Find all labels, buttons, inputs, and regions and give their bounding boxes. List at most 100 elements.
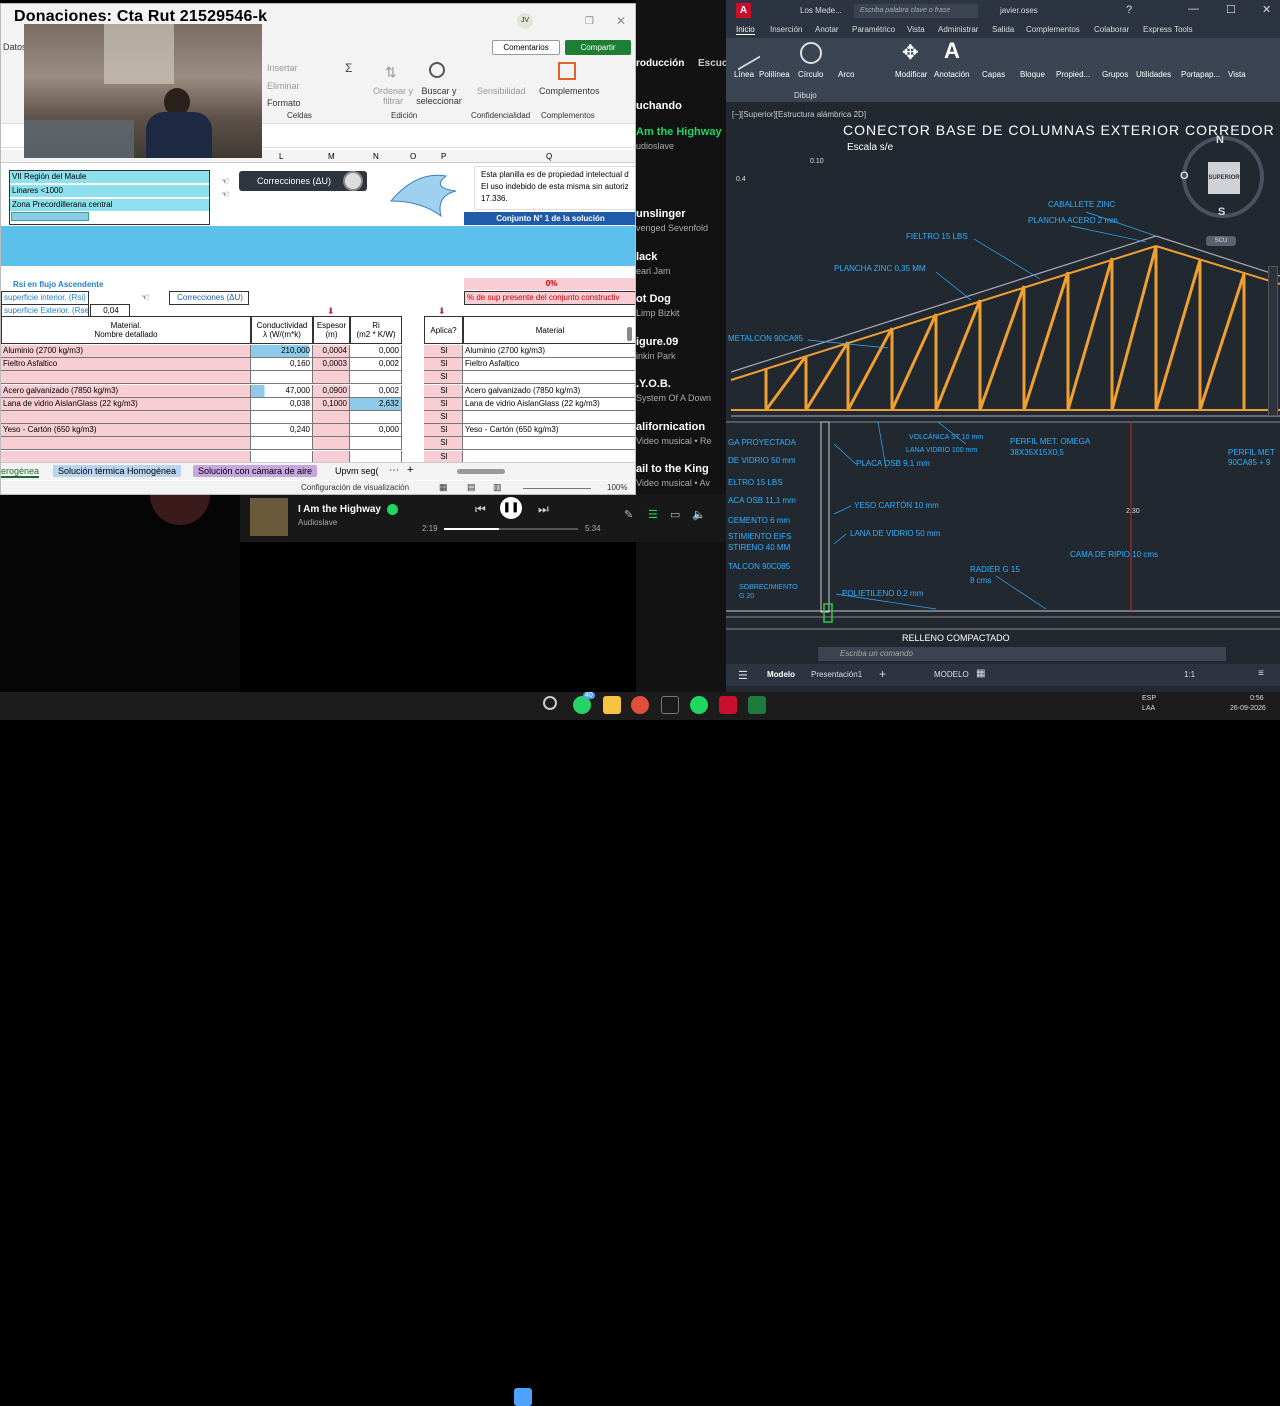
- app-icon[interactable]: [661, 696, 679, 714]
- tab[interactable]: Complementos: [1026, 25, 1080, 34]
- table-cell-ap[interactable]: SI: [424, 437, 463, 451]
- spotify-item[interactable]: alifornication Video musical • Re: [636, 421, 726, 446]
- table-cell-mat_r[interactable]: [463, 437, 635, 451]
- modelo-button[interactable]: MODELO: [934, 670, 969, 679]
- spotify-item[interactable]: .Y.O.B. System Of A Down: [636, 378, 726, 403]
- complementos-icon[interactable]: [558, 62, 576, 80]
- compartir-button[interactable]: Compartir: [565, 40, 631, 55]
- sheet-tab[interactable]: Solución con cámara de aire: [193, 465, 318, 477]
- lang-layout[interactable]: LAA: [1142, 705, 1155, 712]
- table-cell-cond[interactable]: 0,240: [251, 424, 313, 438]
- tab[interactable]: Express Tools: [1143, 25, 1193, 34]
- sort-filter-icon[interactable]: ⇅: [385, 64, 397, 81]
- table-cell-esp[interactable]: [313, 371, 350, 385]
- tool-portapapeles[interactable]: Portapap...: [1181, 70, 1220, 79]
- comentarios-button[interactable]: Comentarios: [492, 40, 560, 55]
- col-header[interactable]: N: [373, 152, 379, 161]
- table-cell-ri[interactable]: 2,632: [350, 397, 402, 411]
- scu-button[interactable]: SCU: [1206, 236, 1236, 246]
- autocad-icon[interactable]: [719, 696, 737, 714]
- table-cell-mat[interactable]: Lana de vidrio AislanGlass (22 kg/m3): [1, 397, 251, 411]
- pointer-icon[interactable]: ☜: [221, 189, 229, 200]
- grid-icon[interactable]: ▦: [976, 668, 985, 679]
- clock-time[interactable]: 0:56: [1250, 695, 1264, 702]
- info-row[interactable]: Zona Precordillerana central: [10, 199, 209, 211]
- user-name[interactable]: javier.oses: [1000, 6, 1038, 15]
- lyrics-icon[interactable]: ✎: [624, 508, 633, 521]
- insertar-button[interactable]: Insertar: [267, 63, 298, 73]
- formato-button[interactable]: Formato: [267, 98, 301, 108]
- zoom-slider[interactable]: [523, 488, 591, 489]
- tab[interactable]: Anotar: [815, 25, 839, 34]
- table-cell-cond[interactable]: 210,000: [251, 345, 313, 358]
- table-cell-mat_r[interactable]: Fieltro Asfaltico: [463, 358, 635, 372]
- tool-arco[interactable]: Arco: [838, 70, 854, 79]
- table-cell-cond[interactable]: [251, 371, 313, 385]
- table-cell-mat[interactable]: Yeso - Cartón (650 kg/m3): [1, 424, 251, 438]
- dibujo-group[interactable]: Dibujo: [794, 91, 817, 100]
- normal-view-icon[interactable]: ▦: [439, 482, 448, 493]
- table-cell-ri[interactable]: 0,002: [350, 358, 402, 372]
- chrome-icon[interactable]: [631, 696, 649, 714]
- tool-bloque[interactable]: Bloque: [1020, 70, 1045, 79]
- customize-icon[interactable]: ≡: [1258, 668, 1264, 679]
- table-cell-mat[interactable]: [1, 411, 251, 424]
- spotify-item[interactable]: igure.09 inkin Park: [636, 336, 726, 361]
- tool-capas[interactable]: Capas: [982, 70, 1005, 79]
- table-cell-esp[interactable]: [313, 411, 350, 424]
- saved-icon[interactable]: [387, 504, 398, 515]
- col-header[interactable]: O: [410, 152, 416, 161]
- lang[interactable]: ESP: [1142, 695, 1156, 702]
- tab[interactable]: Inserción: [770, 25, 802, 34]
- tool-polilinea[interactable]: Polilínea: [759, 70, 790, 79]
- spotify-item[interactable]: ot Dog Limp Bizkit: [636, 293, 726, 318]
- drawing-canvas[interactable]: [−][Superior][Estructura alámbrica 2D] C…: [726, 104, 1280, 644]
- previous-icon[interactable]: ⏮: [475, 502, 486, 517]
- table-cell-ap[interactable]: SI: [424, 371, 463, 385]
- scale-label[interactable]: 1:1: [1184, 670, 1195, 679]
- tab-presentacion[interactable]: Presentación1: [811, 670, 862, 679]
- now-playing-title[interactable]: I Am the Highway: [298, 504, 381, 515]
- pause-button[interactable]: ❚❚: [500, 497, 522, 519]
- table-cell-ap[interactable]: SI: [424, 424, 463, 438]
- table-cell-cond[interactable]: [251, 411, 313, 424]
- now-playing-artist[interactable]: Audioslave: [298, 518, 337, 527]
- table-cell-ap[interactable]: SI: [424, 345, 463, 358]
- tab-modelo[interactable]: Modelo: [767, 670, 795, 679]
- tool-grupos[interactable]: Grupos: [1102, 70, 1128, 79]
- spotify-item[interactable]: uchando: [636, 100, 726, 112]
- pointer-icon[interactable]: ☜: [221, 176, 229, 187]
- table-cell-ap[interactable]: SI: [424, 397, 463, 411]
- sensibilidad-button[interactable]: Sensibilidad: [477, 86, 526, 96]
- tab[interactable]: Administrar: [938, 25, 978, 34]
- table-cell-cond[interactable]: 47,000: [251, 384, 313, 398]
- spotify-item[interactable]: lack earl Jam: [636, 251, 726, 276]
- table-cell-mat[interactable]: [1, 437, 251, 451]
- queue-icon[interactable]: ☰: [648, 508, 658, 521]
- tab-datos[interactable]: Datos: [3, 42, 27, 52]
- table-cell-ri[interactable]: 0,000: [350, 424, 402, 438]
- spotify-item[interactable]: Am the Highway udioslave: [636, 126, 726, 151]
- command-input[interactable]: Escriba un comando: [818, 647, 1226, 661]
- close-icon[interactable]: ✕: [616, 14, 626, 28]
- correcciones-mid[interactable]: Correcciones (ΔU): [169, 291, 249, 305]
- more-sheets-icon[interactable]: ⋯: [389, 465, 399, 476]
- eliminar-button[interactable]: Eliminar: [267, 81, 300, 91]
- viewcube[interactable]: SUPERIOR N S O: [1180, 134, 1264, 218]
- table-cell-esp[interactable]: 0,0003: [313, 358, 350, 372]
- complementos-button[interactable]: Complementos: [539, 86, 600, 96]
- autosum-icon[interactable]: Σ: [345, 61, 352, 75]
- next-icon[interactable]: ⏭: [538, 502, 549, 517]
- devices-icon[interactable]: ▭: [670, 508, 680, 521]
- tool-propiedades[interactable]: Propied...: [1056, 70, 1090, 79]
- tool-modificar[interactable]: Modificar: [895, 70, 927, 79]
- tool-linea[interactable]: Línea: [734, 70, 754, 79]
- spotify-item[interactable]: unslinger venged Sevenfold: [636, 208, 726, 233]
- table-cell-ri[interactable]: 0,000: [350, 345, 402, 358]
- col-header[interactable]: L: [279, 152, 283, 161]
- table-cell-mat_r[interactable]: Acero galvanizado (7850 kg/m3): [463, 385, 635, 398]
- table-cell-mat_r[interactable]: Aluminio (2700 kg/m3): [463, 345, 635, 358]
- tool-vista[interactable]: Vista: [1228, 70, 1246, 79]
- maximize-icon[interactable]: ☐: [1226, 3, 1236, 16]
- sheet-tab[interactable]: Upvm seg(: [335, 466, 379, 476]
